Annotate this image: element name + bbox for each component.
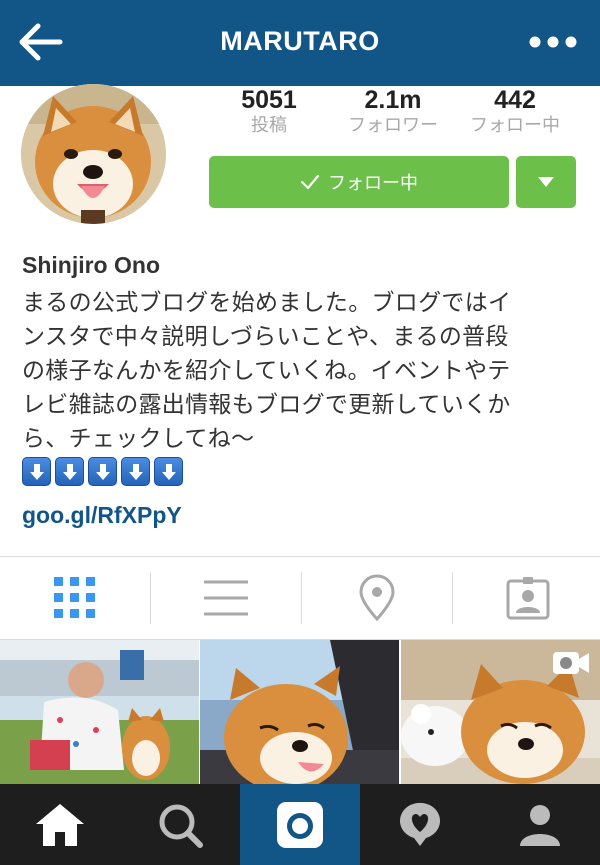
nav-profile[interactable] — [480, 784, 600, 865]
tab-list-view[interactable] — [151, 556, 301, 640]
more-dots-icon — [529, 36, 577, 48]
down-arrow-emoji-icon — [88, 457, 117, 486]
view-mode-tabs — [0, 556, 600, 640]
profile-stats: 5051 投稿 2.1m フォロワー 442 フォロー中 — [209, 86, 579, 136]
photo-man-with-dog — [0, 640, 199, 784]
bio-line: まるの公式ブログを始めました。ブログではイ — [22, 290, 512, 316]
nav-search[interactable] — [120, 784, 240, 865]
photo-thumbnail[interactable] — [0, 640, 199, 784]
following-label: フォロー中 — [470, 115, 560, 136]
following-button[interactable]: フォロー中 — [209, 156, 509, 208]
profile-bio: まるの公式ブログを始めました。ブログではイ ンスタで中々説明しづらいことや、まる… — [22, 286, 582, 456]
photo-dog-in-car — [200, 640, 399, 784]
profile-name: Shinjiro Ono — [22, 252, 160, 278]
list-icon — [204, 580, 248, 616]
stat-following[interactable]: 442 フォロー中 — [455, 86, 575, 138]
caret-down-icon — [538, 177, 554, 187]
home-icon — [36, 803, 84, 846]
stat-posts[interactable]: 5051 投稿 — [209, 86, 329, 138]
tagged-photos-icon — [506, 577, 550, 620]
location-pin-icon — [359, 574, 395, 622]
tab-grid-view[interactable] — [0, 556, 150, 640]
photo-thumbnail[interactable] — [401, 640, 600, 784]
bottom-navigation-bar — [0, 784, 600, 865]
more-options-button[interactable] — [528, 34, 578, 48]
bio-line: の様子なんかを紹介していくね。イベントやテ — [22, 358, 511, 384]
down-arrow-emoji-icon — [154, 457, 183, 486]
shiba-dog-avatar-image — [21, 84, 166, 224]
bio-line: ら、チェックしてね〜 — [22, 426, 255, 452]
following-button-label: フォロー中 — [328, 173, 418, 194]
down-arrow-emoji-icon — [121, 457, 150, 486]
top-bar: MARUTARO — [0, 0, 600, 86]
following-count: 442 — [494, 86, 536, 114]
bio-line: レビ雑誌の露出情報もブログで更新していくか — [22, 392, 511, 418]
page-title: MARUTARO — [220, 26, 380, 56]
posts-count: 5051 — [241, 86, 297, 114]
bio-line: ンスタで中々説明しづらいことや、まるの普段 — [22, 324, 509, 350]
grid-icon — [54, 577, 95, 618]
nav-camera[interactable] — [240, 784, 360, 865]
video-camera-icon — [553, 652, 589, 674]
camera-icon — [277, 801, 323, 848]
photo-grid — [0, 640, 600, 784]
suggestions-dropdown-button[interactable] — [516, 156, 576, 208]
photo-thumbnail[interactable] — [200, 640, 399, 784]
checkmark-icon — [300, 174, 320, 190]
search-icon — [159, 804, 203, 848]
followers-count: 2.1m — [364, 86, 422, 114]
down-arrow-emoji-icon — [22, 457, 51, 486]
tab-tagged-view[interactable] — [453, 556, 600, 640]
followers-label: フォロワー — [348, 115, 438, 136]
avatar[interactable] — [21, 84, 166, 224]
profile-website-link[interactable]: goo.gl/RfXPpY — [22, 502, 182, 529]
stat-followers[interactable]: 2.1m フォロワー — [333, 86, 453, 138]
activity-heart-icon — [400, 802, 440, 846]
nav-activity[interactable] — [360, 784, 480, 865]
down-arrow-emoji-icon — [55, 457, 84, 486]
posts-label: 投稿 — [251, 115, 287, 136]
tab-location-view[interactable] — [302, 556, 452, 640]
profile-icon — [520, 804, 560, 846]
nav-home[interactable] — [0, 784, 120, 865]
down-arrow-emoji-row — [22, 457, 183, 486]
